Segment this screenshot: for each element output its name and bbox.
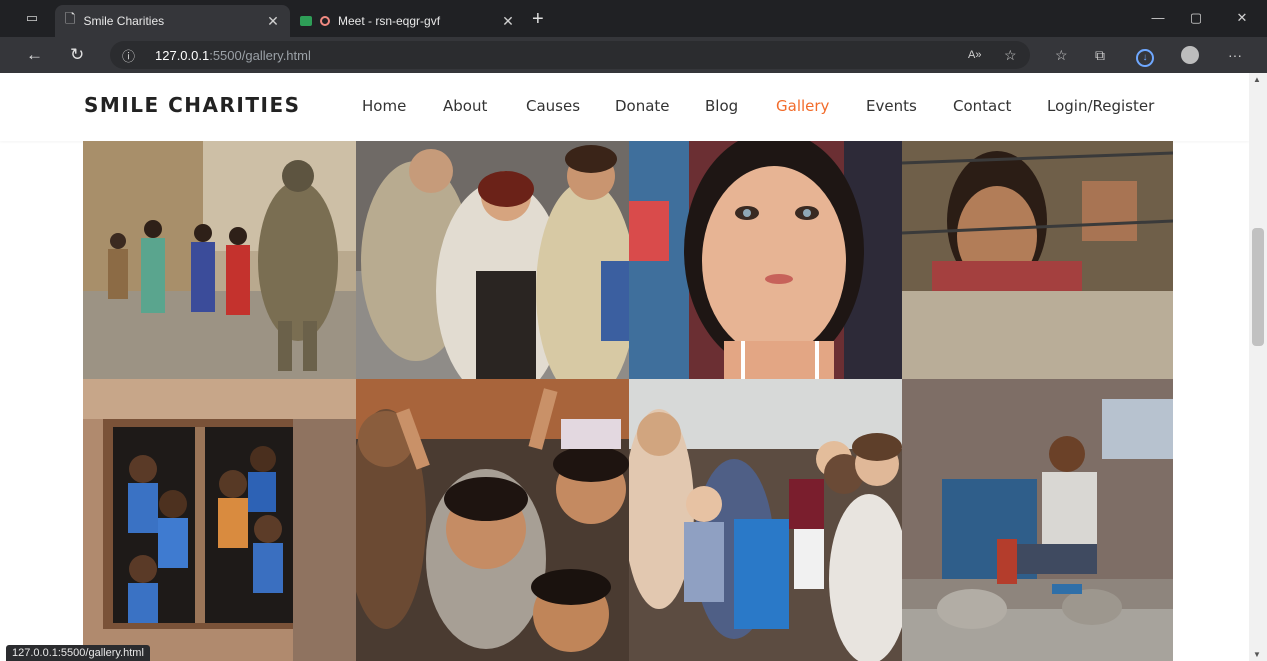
close-window-icon[interactable]: ✕ <box>1234 11 1250 25</box>
restore-icon[interactable]: ▢ <box>1188 11 1204 25</box>
read-aloud-icon[interactable]: A» <box>968 46 981 64</box>
tab-title: Meet - rsn-eqgr-gvf <box>338 14 441 28</box>
gallery-image-boy-sitting[interactable] <box>902 379 1173 661</box>
page-icon: 🗋 <box>65 11 76 26</box>
window-icon[interactable]: ▭ <box>24 11 40 25</box>
status-bar-url: 127.0.0.1:5500/gallery.html <box>6 645 150 661</box>
browser-tab-bar: ▭ 🗋 Smile Charities ✕ Meet - rsn-eqgr-gv… <box>0 0 1267 37</box>
nav-login-register[interactable]: Login/Register <box>1047 97 1154 115</box>
scrollbar-track[interactable] <box>1249 73 1267 661</box>
nav-causes[interactable]: Causes <box>526 97 580 115</box>
gallery-image-children-peace-signs[interactable] <box>356 379 629 661</box>
back-arrow-icon[interactable]: ← <box>26 46 43 64</box>
gallery-image-boy-barbed-wire[interactable] <box>902 141 1173 379</box>
profile-icon[interactable] <box>1181 46 1199 68</box>
boy-behind-barbed-wire-photo <box>902 141 1173 379</box>
nav-home[interactable]: Home <box>362 97 406 115</box>
gallery-image-children-headscarves[interactable] <box>356 141 629 379</box>
tab-meet[interactable]: Meet - rsn-eqgr-gvf ✕ <box>290 5 525 37</box>
volunteers-with-children-photo <box>629 379 902 661</box>
children-walking-with-soldier-photo <box>83 141 356 379</box>
tab-title: Smile Charities <box>83 14 165 28</box>
children-peace-signs-photo <box>356 379 629 661</box>
site-header: SMILE CHARITIES Home About Causes Donate… <box>0 73 1249 141</box>
browser-toolbar: ← ↻ ⓘ 127.0.0.1:5500/gallery.html A» ☆ ☆… <box>0 37 1267 73</box>
tab-smile-charities[interactable]: 🗋 Smile Charities ✕ <box>55 5 290 37</box>
address-bar[interactable]: ⓘ 127.0.0.1:5500/gallery.html <box>110 41 1030 69</box>
gallery-image-children-window[interactable] <box>83 379 356 661</box>
collections-icon[interactable]: ⧉ <box>1095 46 1105 64</box>
nav-events[interactable]: Events <box>866 97 917 115</box>
children-in-window-photo <box>83 379 356 661</box>
minimize-icon[interactable]: — <box>1150 11 1166 25</box>
nav-donate[interactable]: Donate <box>615 97 670 115</box>
new-tab-icon[interactable]: + <box>532 9 544 29</box>
gallery-image-children-walking[interactable] <box>83 141 356 379</box>
scroll-up-icon[interactable]: ▲ <box>1253 75 1261 84</box>
nav-gallery[interactable]: Gallery <box>776 97 829 115</box>
more-menu-icon[interactable]: ··· <box>1228 46 1242 64</box>
nav-blog[interactable]: Blog <box>705 97 738 115</box>
favorite-star-icon[interactable]: ☆ <box>1004 46 1017 64</box>
girl-portrait-closeup-photo <box>629 141 902 379</box>
gallery-grid <box>83 141 1173 661</box>
download-icon[interactable]: ↓ <box>1136 46 1154 67</box>
meet-icon <box>300 16 312 26</box>
boy-sitting-on-rocks-photo <box>902 379 1173 661</box>
url-host: 127.0.0.1 <box>155 47 210 63</box>
scrollbar-thumb[interactable] <box>1252 228 1264 346</box>
close-tab-icon[interactable]: ✕ <box>266 13 280 30</box>
recording-icon <box>320 16 330 26</box>
url-path: :5500/gallery.html <box>209 47 311 63</box>
gallery-image-girl-portrait[interactable] <box>629 141 902 379</box>
close-tab-icon[interactable]: ✕ <box>501 13 515 30</box>
gallery-image-volunteers-children[interactable] <box>629 379 902 661</box>
children-in-headscarves-photo <box>356 141 629 379</box>
nav-about[interactable]: About <box>443 97 487 115</box>
reload-icon[interactable]: ↻ <box>70 46 84 64</box>
site-logo[interactable]: SMILE CHARITIES <box>84 93 301 117</box>
favorites-list-icon[interactable]: ☆ <box>1055 46 1068 64</box>
info-icon[interactable]: ⓘ <box>122 46 135 65</box>
nav-contact[interactable]: Contact <box>953 97 1011 115</box>
scroll-down-icon[interactable]: ▼ <box>1253 650 1261 659</box>
